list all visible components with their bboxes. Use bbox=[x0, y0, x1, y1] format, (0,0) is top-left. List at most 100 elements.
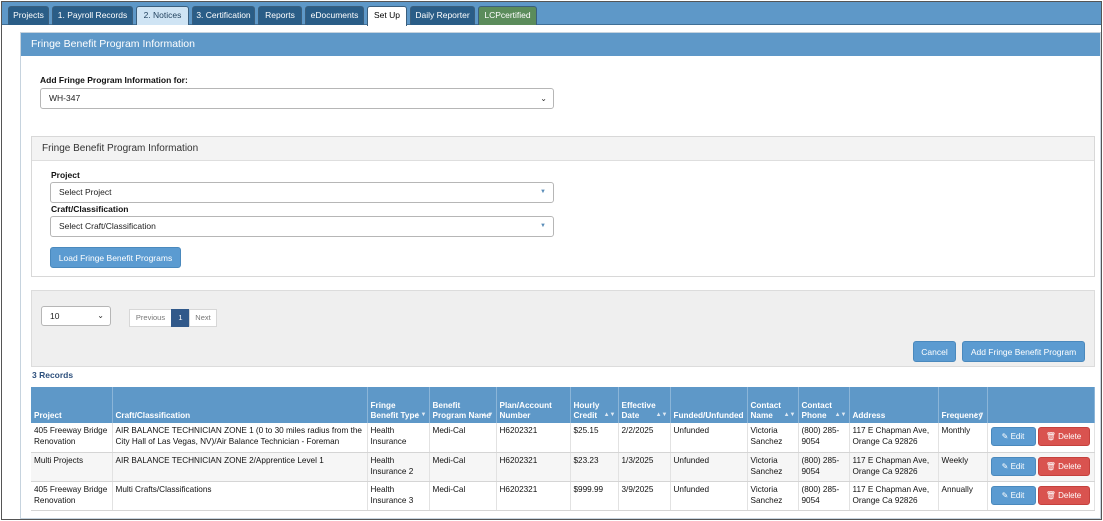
caret-down-icon: ▼ bbox=[540, 189, 546, 195]
cell-craft: AIR BALANCE TECHNICIAN ZONE 2/Apprentice… bbox=[112, 452, 368, 482]
previous-page-button[interactable]: Previous bbox=[129, 309, 172, 327]
trash-icon: 🗑 bbox=[1045, 461, 1059, 471]
cell-contact-name: Victoria Sanchez bbox=[747, 481, 799, 511]
cell-frequency: Monthly bbox=[938, 423, 988, 453]
next-page-button[interactable]: Next bbox=[189, 309, 217, 327]
craft-select[interactable]: Select Craft/Classification ▼ bbox=[50, 216, 554, 237]
top-nav: Projects 1. Payroll Records 2. Notices 3… bbox=[2, 2, 1101, 26]
load-programs-button[interactable]: Load Fringe Benefit Programs bbox=[50, 247, 181, 268]
edit-button[interactable]: ✎ Edit bbox=[990, 485, 1036, 505]
column-header[interactable]: Effective Date ▲▼ bbox=[618, 387, 671, 423]
column-header[interactable]: Fringe Benefit Type ▲▼ bbox=[367, 387, 430, 423]
column-header[interactable]: Contact Name ▲▼ bbox=[747, 387, 799, 423]
delete-button[interactable]: 🗑 Delete bbox=[1037, 427, 1090, 446]
sort-icon: ▲▼ bbox=[603, 412, 616, 418]
sort-icon: ▲▼ bbox=[481, 412, 494, 418]
project-label: Project bbox=[51, 170, 80, 180]
records-count: 3 Records bbox=[32, 370, 74, 380]
cell-plan-number: H6202321 bbox=[496, 423, 571, 453]
cell-plan-number: H6202321 bbox=[496, 481, 571, 511]
page-size-value: 10 bbox=[50, 311, 60, 321]
filter-panel-title: Fringe Benefit Program Information bbox=[32, 137, 1094, 161]
cell-address: 117 E Chapman Ave, Orange Ca 92826 bbox=[849, 452, 939, 482]
edit-icon: ✎ bbox=[1001, 432, 1011, 441]
form-type-value: WH-347 bbox=[49, 93, 81, 103]
edit-button[interactable]: ✎ Edit bbox=[990, 456, 1036, 476]
column-header[interactable]: Contact Phone ▲▼ bbox=[798, 387, 850, 423]
caret-down-icon: ▼ bbox=[540, 223, 546, 229]
cell-frequency: Annually bbox=[938, 481, 988, 511]
tab-edocuments[interactable]: eDocuments bbox=[305, 6, 364, 25]
column-header[interactable]: Funded/Unfunded bbox=[670, 387, 748, 423]
page-title: Fringe Benefit Program Information bbox=[21, 33, 1100, 56]
cell-project: Multi Projects bbox=[31, 452, 113, 482]
cell-craft: AIR BALANCE TECHNICIAN ZONE 1 (0 to 30 m… bbox=[112, 423, 368, 453]
tab-reports[interactable]: Reports bbox=[258, 6, 302, 25]
cell-effective-date: 3/9/2025 bbox=[618, 481, 671, 511]
filter-panel: Fringe Benefit Program Information bbox=[31, 136, 1095, 277]
cell-funded: Unfunded bbox=[670, 481, 748, 511]
cell-hourly-credit: $23.23 bbox=[570, 452, 619, 482]
edit-button[interactable]: ✎ Edit bbox=[990, 427, 1036, 446]
edit-icon: ✎ bbox=[1001, 490, 1011, 500]
cell-project: 405 Freeway Bridge Renovation bbox=[31, 423, 113, 453]
cell-contact-phone: (800) 285-9054 bbox=[798, 452, 850, 482]
cell-actions: ✎ Edit 🗑 Delete bbox=[987, 452, 1095, 482]
column-header[interactable]: Craft/Classification bbox=[112, 387, 368, 423]
cell-contact-name: Victoria Sanchez bbox=[747, 452, 799, 482]
craft-label: Craft/Classification bbox=[51, 204, 129, 214]
cell-benefit-type: Health Insurance bbox=[367, 423, 430, 453]
tab-certification[interactable]: 3. Certification bbox=[192, 6, 255, 25]
page-1-button[interactable]: 1 bbox=[171, 309, 190, 327]
tab-lcpcertified[interactable]: LCPcertified bbox=[478, 6, 537, 25]
column-header[interactable]: Address bbox=[849, 387, 939, 423]
cancel-button[interactable]: Cancel bbox=[913, 341, 956, 362]
sort-icon: ▲▼ bbox=[972, 412, 985, 418]
programs-table: Project Craft/Classification Fringe Bene… bbox=[31, 387, 1095, 511]
cell-benefit-type: Health Insurance 3 bbox=[367, 481, 430, 511]
cell-effective-date: 2/2/2025 bbox=[618, 423, 671, 453]
cell-actions: ✎ Edit 🗑 Delete bbox=[987, 423, 1095, 453]
cell-address: 117 E Chapman Ave, Orange Ca 92826 bbox=[849, 423, 939, 453]
add-program-button[interactable]: Add Fringe Benefit Program bbox=[962, 341, 1085, 362]
cell-contact-phone: (800) 285-9054 bbox=[798, 481, 850, 511]
column-header[interactable]: Plan/Account Number bbox=[496, 387, 571, 423]
sort-icon: ▲▼ bbox=[834, 412, 847, 418]
form-type-select[interactable]: WH-347 ⌄ bbox=[40, 88, 554, 109]
sort-icon: ▲▼ bbox=[783, 412, 796, 418]
delete-button[interactable]: 🗑 Delete bbox=[1037, 456, 1090, 476]
column-header[interactable]: Benefit Program Name ▲▼ bbox=[429, 387, 497, 423]
tab-payroll-records[interactable]: 1. Payroll Records bbox=[52, 6, 133, 25]
column-header[interactable]: Frequency ▲▼ bbox=[938, 387, 988, 423]
table-row: 405 Freeway Bridge Renovation AIR BALANC… bbox=[31, 423, 1095, 453]
chevron-down-icon: ⌄ bbox=[97, 311, 104, 320]
cell-contact-name: Victoria Sanchez bbox=[747, 423, 799, 453]
project-select[interactable]: Select Project ▼ bbox=[50, 182, 554, 203]
cell-benefit-type: Health Insurance 2 bbox=[367, 452, 430, 482]
sort-icon: ▲▼ bbox=[414, 412, 427, 418]
tab-daily-reporter[interactable]: Daily Reporter bbox=[410, 6, 475, 25]
actions-header bbox=[987, 387, 1095, 423]
trash-icon: 🗑 bbox=[1045, 432, 1059, 441]
page-size-select[interactable]: 10 ⌄ bbox=[41, 306, 111, 326]
delete-button[interactable]: 🗑 Delete bbox=[1037, 485, 1090, 505]
craft-select-value: Select Craft/Classification bbox=[59, 221, 156, 231]
tab-notices[interactable]: 2. Notices bbox=[136, 6, 189, 25]
column-header[interactable]: Project bbox=[31, 387, 113, 423]
cell-contact-phone: (800) 285-9054 bbox=[798, 423, 850, 453]
project-select-value: Select Project bbox=[59, 187, 112, 197]
tab-setup[interactable]: Set Up bbox=[367, 6, 407, 26]
cell-program-name: Medi-Cal bbox=[429, 452, 497, 482]
tab-projects[interactable]: Projects bbox=[8, 6, 49, 25]
cell-hourly-credit: $999.99 bbox=[570, 481, 619, 511]
table-row: Multi Projects AIR BALANCE TECHNICIAN ZO… bbox=[31, 452, 1095, 482]
cell-program-name: Medi-Cal bbox=[429, 481, 497, 511]
add-for-label: Add Fringe Program Information for: bbox=[40, 75, 188, 85]
trash-icon: 🗑 bbox=[1045, 490, 1059, 500]
chevron-down-icon: ⌄ bbox=[540, 94, 547, 103]
column-header[interactable]: Hourly Credit ▲▼ bbox=[570, 387, 619, 423]
cell-address: 117 E Chapman Ave, Orange Ca 92826 bbox=[849, 481, 939, 511]
cell-funded: Unfunded bbox=[670, 452, 748, 482]
cell-craft: Multi Crafts/Classifications bbox=[112, 481, 368, 511]
cell-actions: ✎ Edit 🗑 Delete bbox=[987, 481, 1095, 511]
